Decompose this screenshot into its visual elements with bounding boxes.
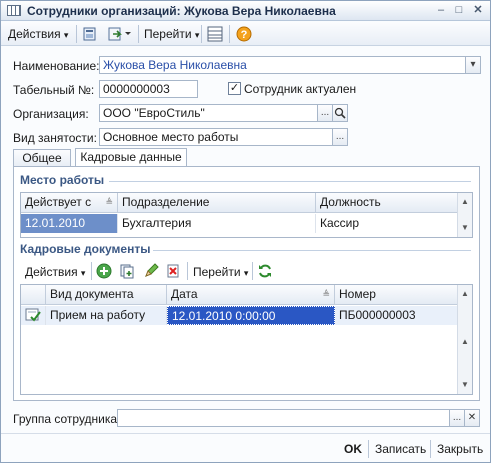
workplace-table-header: Действует с ≜ Подразделение Должность <box>21 193 457 213</box>
scroll-up-icon[interactable]: ▲ <box>458 195 472 209</box>
goto-menu[interactable]: Перейти ▾ <box>144 26 199 42</box>
help-glyph: ? <box>241 29 248 41</box>
organization-label: Организация: <box>13 107 89 121</box>
sort-icon: ≜ <box>105 197 113 207</box>
actions-menu[interactable]: Действия ▾ <box>8 26 68 42</box>
workplace-table: Действует с ≜ Подразделение Должность 12… <box>20 192 473 238</box>
column-header-icon <box>21 285 46 304</box>
column-header-start-date[interactable]: Действует с ≜ <box>21 193 118 212</box>
toolbar-divider <box>91 262 92 280</box>
toolbar-divider <box>229 25 230 43</box>
active-employee-label: Сотрудник актуален <box>244 82 357 96</box>
posted-document-icon <box>21 306 46 325</box>
hr-docs-actions-menu[interactable]: Действия ▾ <box>25 264 85 280</box>
hr-docs-section-title: Кадровые документы <box>20 242 151 256</box>
name-label: Наименование: <box>13 59 100 73</box>
footer-divider-vertical <box>368 440 369 458</box>
hr-docs-table-header: Вид документа Дата ≜ Номер <box>21 285 457 305</box>
magnifier-icon <box>334 107 346 119</box>
ok-button[interactable]: OK <box>344 441 362 457</box>
employment-type-label: Вид занятости: <box>13 131 97 145</box>
row-start-date[interactable]: 12.01.2010 <box>21 214 118 233</box>
employee-group-label: Группа сотрудника: <box>13 412 121 426</box>
chevron-down-icon: ▾ <box>63 30 69 40</box>
column-header-position[interactable]: Должность <box>316 193 457 212</box>
footer-divider <box>1 433 490 434</box>
organization-field[interactable]: ООО "ЕвроСтиль" <box>99 104 318 122</box>
tab-hr-data[interactable]: Кадровые данные <box>75 148 187 168</box>
column-header-department[interactable]: Подразделение <box>118 193 316 212</box>
tab-number-label: Табельный №: <box>13 83 95 97</box>
chevron-down-icon: ▾ <box>243 268 249 278</box>
refresh-icon[interactable] <box>257 263 275 279</box>
toolbar-divider <box>201 25 202 43</box>
actions-menu-label: Действия <box>8 27 61 41</box>
section-divider <box>109 181 471 182</box>
edit-icon[interactable] <box>143 263 161 279</box>
catalog-icon <box>7 5 21 16</box>
toolbar-divider <box>138 25 139 43</box>
help-icon[interactable]: ? <box>235 26 253 42</box>
delete-icon[interactable] <box>165 263 183 279</box>
row-doc-date[interactable]: 12.01.2010 0:00:00 <box>167 306 335 325</box>
clear-icon: ✕ <box>467 412 477 423</box>
hr-docs-goto-label: Перейти <box>193 265 241 279</box>
close-button[interactable]: ✕ <box>471 4 485 18</box>
organization-select-button[interactable]: ... <box>317 104 333 122</box>
employee-group-select-button[interactable]: ... <box>449 409 465 427</box>
title-bar[interactable]: Сотрудники организаций: Жукова Вера Нико… <box>1 1 490 21</box>
toolbar-divider <box>187 262 188 280</box>
dialog-window: Сотрудники организаций: Жукова Вера Нико… <box>0 0 491 463</box>
organization-open-button[interactable] <box>332 104 348 122</box>
column-header-number[interactable]: Номер <box>335 285 457 304</box>
employment-type-select-button[interactable]: ... <box>332 128 348 146</box>
employment-type-field[interactable]: Основное место работы <box>99 128 333 146</box>
chevron-down-icon: ▾ <box>194 30 200 40</box>
chevron-down-icon: ▾ <box>470 59 476 70</box>
hr-docs-actions-label: Действия <box>25 265 78 279</box>
sort-icon: ≜ <box>322 289 330 299</box>
go-to-based-on-icon[interactable] <box>107 26 133 42</box>
chevron-down-icon: ▾ <box>80 268 86 278</box>
active-employee-checkbox[interactable]: ✓ <box>228 82 241 95</box>
scroll-down-icon[interactable]: ▼ <box>458 378 472 392</box>
hr-docs-table: Вид документа Дата ≜ Номер Прием на рабо… <box>20 284 473 395</box>
copy-icon[interactable] <box>119 263 137 279</box>
scroll-down-icon[interactable]: ▼ <box>458 221 472 235</box>
workplace-section-title: Место работы <box>20 173 105 187</box>
table-row[interactable]: Прием на работу 12.01.2010 0:00:00 ПБ000… <box>21 306 457 325</box>
row-doc-number[interactable]: ПБ000000003 <box>335 306 457 325</box>
footer-divider-vertical <box>430 440 431 458</box>
hr-docs-goto-menu[interactable]: Перейти ▾ <box>193 264 248 280</box>
list-view-icon[interactable] <box>206 26 224 42</box>
workplace-scrollbar[interactable]: ▲ ▼ <box>457 193 472 237</box>
tab-number-field[interactable]: 0000000003 <box>99 80 198 98</box>
employee-group-field[interactable] <box>117 409 450 427</box>
toolbar-divider <box>252 262 253 280</box>
column-header-doc-type[interactable]: Вид документа <box>46 285 167 304</box>
row-department[interactable]: Бухгалтерия <box>118 214 316 233</box>
table-row[interactable]: 12.01.2010 Бухгалтерия Кассир <box>21 214 457 233</box>
add-icon[interactable] <box>96 263 114 279</box>
save-to-structure-icon[interactable] <box>81 26 99 42</box>
close-form-button[interactable]: Закрыть <box>437 441 483 457</box>
toolbar-divider <box>76 25 77 43</box>
scroll-up-icon[interactable]: ▲ <box>458 287 472 301</box>
row-position[interactable]: Кассир <box>316 214 457 233</box>
goto-menu-label: Перейти <box>144 27 192 41</box>
name-dropdown-button[interactable]: ▾ <box>465 56 481 74</box>
window-title: Сотрудники организаций: Жукова Вера Нико… <box>27 4 336 18</box>
employee-group-clear-button[interactable]: ✕ <box>464 409 480 427</box>
section-divider <box>153 250 471 251</box>
minimize-button[interactable]: – <box>434 4 448 18</box>
save-button[interactable]: Записать <box>375 441 426 457</box>
name-field[interactable]: Жукова Вера Николаевна <box>99 56 467 74</box>
hr-docs-scrollbar[interactable]: ▲ ▲ ▼ <box>457 285 472 394</box>
column-header-date[interactable]: Дата ≜ <box>167 285 335 304</box>
scroll-up-icon[interactable]: ▲ <box>458 335 472 349</box>
main-toolbar: Действия ▾ Перейти ▾ ? <box>1 22 490 46</box>
row-doc-type[interactable]: Прием на работу <box>46 306 167 325</box>
maximize-button[interactable]: □ <box>452 4 466 18</box>
